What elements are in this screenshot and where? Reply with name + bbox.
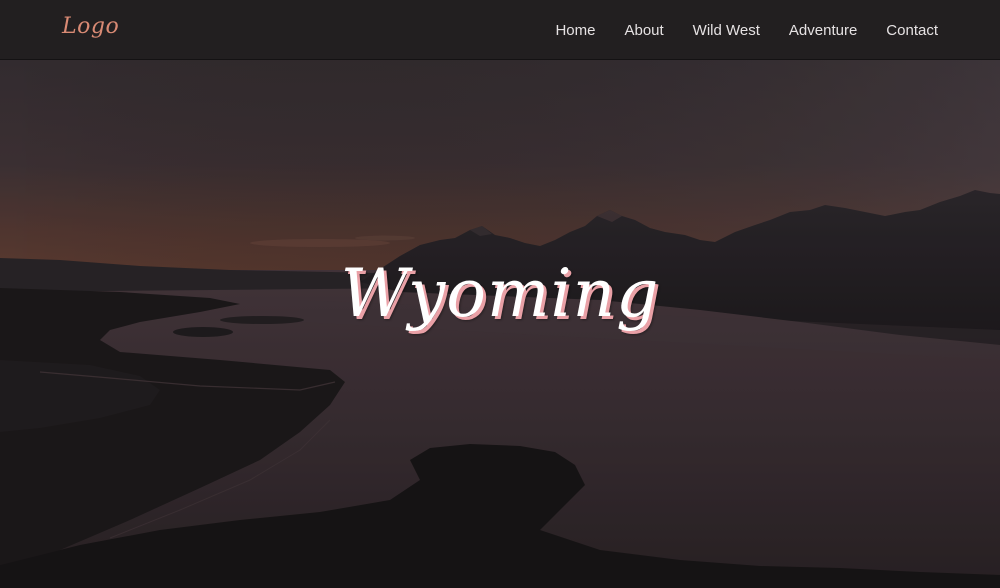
- nav-link-adventure[interactable]: Adventure: [789, 22, 857, 39]
- main-nav: Home About Wild West Adventure Contact: [555, 0, 938, 60]
- nav-link-wild-west[interactable]: Wild West: [693, 22, 760, 39]
- hero-title: Wyoming: [340, 255, 660, 332]
- hero-section: Wyoming: [0, 60, 1000, 588]
- logo-link[interactable]: Logo: [62, 14, 119, 39]
- nav-link-contact[interactable]: Contact: [886, 22, 938, 39]
- page: Logo Home About Wild West Adventure Cont…: [0, 0, 1000, 588]
- top-navbar: Logo Home About Wild West Adventure Cont…: [0, 0, 1000, 60]
- nav-link-about[interactable]: About: [624, 22, 663, 39]
- nav-link-home[interactable]: Home: [555, 22, 595, 39]
